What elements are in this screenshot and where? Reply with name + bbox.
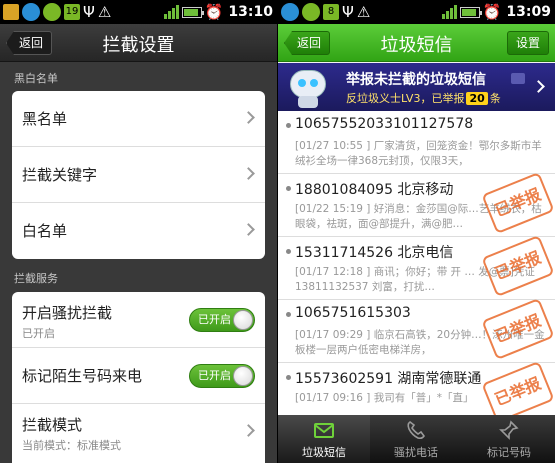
tab-marked-numbers[interactable]: 标记号码 [463,415,555,463]
bottom-tab-bar: 垃圾短信 骚扰电话 标记号码 [278,415,555,463]
app-icon [43,3,61,21]
message-item[interactable]: 18801084095 北京移动 [01/22 15:19 ] 好消息：金莎国@… [278,171,555,237]
row-sublabel: 已开启 [22,327,55,340]
alarm-icon: ⏰ [482,3,502,21]
sim-icon: 19 [64,4,80,20]
section-label-service: 拦截服务 [14,272,58,285]
unread-dot [286,186,291,191]
chevron-right-icon [242,111,255,124]
status-bar: 8 Ψ ⚠ ⏰ 13:09 [278,0,555,24]
report-banner[interactable]: 举报未拦截的垃圾短信 反垃圾义士LV3，已举报 20 条 [278,63,555,111]
browser-icon [281,3,299,21]
usb-icon: Ψ [83,3,95,21]
title-bar: 返回 拦截设置 [0,24,277,62]
spam-sms-screen: 8 Ψ ⚠ ⏰ 13:09 返回 垃圾短信 设置 举报未拦截的垃圾短信 反垃圾义… [278,0,555,463]
tab-spam-sms[interactable]: 垃圾短信 [278,415,370,463]
unread-dot [286,312,291,317]
row-sublabel: 当前模式：标准模式 [22,439,121,452]
keywords-row[interactable]: 拦截关键字 [12,147,265,203]
banner-title: 举报未拦截的垃圾短信 [346,72,486,88]
unread-dot [286,375,291,380]
tab-label: 骚扰电话 [394,446,438,459]
whitelist-row[interactable]: 白名单 [12,203,265,259]
sender-number: 10657552033101127578 [295,116,474,132]
notes-icon [3,4,19,20]
settings-button[interactable]: 设置 [506,31,549,55]
sender-number: 15573602591 湖南常德联通 [295,371,482,387]
row-label: 拦截模式 [22,416,83,434]
signal-icon [163,5,179,19]
unread-dot [286,123,291,128]
row-label: 拦截关键字 [22,166,98,184]
message-icon [511,73,525,84]
tab-harassing-calls[interactable]: 骚扰电话 [370,415,462,463]
row-label: 黑名单 [22,110,68,128]
row-label: 白名单 [22,222,68,240]
block-mode-row[interactable]: 拦截模式 当前模式：标准模式 [12,404,265,460]
mark-stranger-toggle[interactable]: 已开启 [189,364,255,388]
alarm-icon: ⏰ [204,3,224,21]
clock: 13:09 [506,4,551,20]
tab-label: 标记号码 [487,446,531,459]
chevron-right-icon [532,80,545,93]
clock: 13:10 [228,4,273,20]
tab-label: 垃圾短信 [302,446,346,459]
unread-dot [286,249,291,254]
sender-number: 18801084095 北京移动 [295,182,454,198]
app-icon [302,3,320,21]
chevron-right-icon [242,424,255,437]
row-label: 标记陌生号码来电 [22,367,143,385]
phone-icon [407,421,425,440]
sim-icon: 8 [323,4,339,20]
warning-icon: ⚠ [97,3,112,21]
interception-settings-screen: 19 Ψ ⚠ ⏰ 13:10 返回 拦截设置 黑白名单 黑名单 拦截关键字 白名… [0,0,277,463]
battery-icon [181,6,204,18]
sender-number: 1065751615303 [295,305,411,321]
spam-message-list: 10657552033101127578 [01/27 10:55 ] 厂家清货… [278,111,555,415]
section-label-lists: 黑白名单 [14,72,58,85]
chevron-right-icon [242,223,255,236]
status-bar: 19 Ψ ⚠ ⏰ 13:10 [0,0,277,24]
harassment-block-toggle[interactable]: 已开启 [189,308,255,332]
blacklist-row[interactable]: 黑名单 [12,91,265,147]
pin-icon [499,420,519,440]
robot-mascot-icon [286,66,330,108]
message-item[interactable]: 1065751615303 [01/17 09:29 ] 临京石高铁，20分钟…… [278,297,555,363]
signal-icon [441,5,457,19]
battery-icon [459,6,482,18]
usb-icon: Ψ [342,3,354,21]
sender-number: 15311714526 北京电信 [295,245,454,261]
title-bar: 返回 垃圾短信 设置 [278,24,555,62]
banner-subtitle: 反垃圾义士LV3，已举报 20 条 [346,92,501,105]
harassment-block-row[interactable]: 开启骚扰拦截 已开启 已开启 [12,292,265,348]
warning-icon: ⚠ [356,3,371,21]
row-label: 开启骚扰拦截 [22,304,113,322]
message-item[interactable]: 15573602591 湖南常德联通 [01/17 09:16 ] 我司有「普」… [278,360,555,415]
chevron-right-icon [242,167,255,180]
message-item[interactable]: 15311714526 北京电信 [01/17 12:18 ] 商讯；你好；带 … [278,234,555,300]
mark-stranger-row[interactable]: 标记陌生号码来电 已开启 [12,348,265,404]
browser-icon [22,3,40,21]
page-title: 拦截设置 [102,35,175,56]
message-item[interactable]: 10657552033101127578 [01/27 10:55 ] 厂家清货… [278,111,555,174]
report-count: 20 [466,92,488,105]
service-settings-card: 开启骚扰拦截 已开启 已开启 标记陌生号码来电 已开启 拦截模式 当前模式：标准… [12,292,265,463]
list-settings-card: 黑名单 拦截关键字 白名单 [12,91,265,259]
envelope-icon [314,423,334,438]
message-preview: [01/27 10:55 ] 厂家清货，回笼资金！鄂尔多斯市羊绒衫全场一律368… [295,140,542,167]
